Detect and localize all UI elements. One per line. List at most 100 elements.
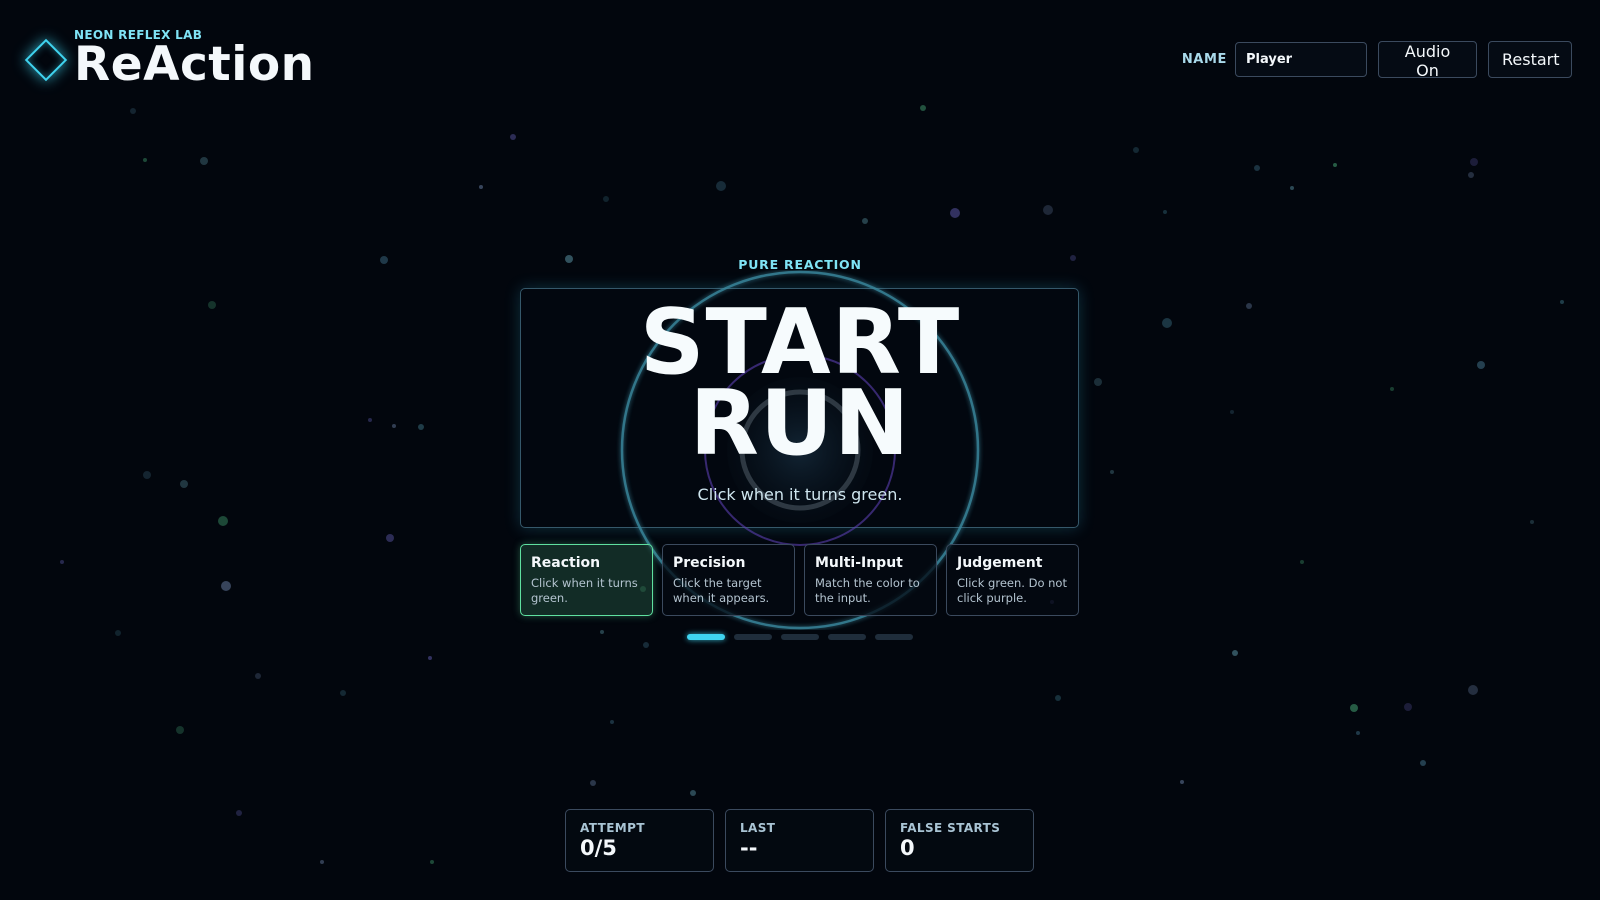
stat-value: 0/5: [580, 836, 617, 860]
star: [1470, 158, 1478, 166]
mode-desc: Click green. Do not click purple.: [957, 576, 1067, 605]
star: [1246, 303, 1252, 309]
star: [1043, 205, 1053, 215]
star: [386, 534, 394, 542]
star: [643, 642, 649, 648]
star: [1254, 165, 1260, 171]
run-line: RUN: [689, 371, 911, 476]
star: [1477, 361, 1485, 369]
name-label: NAME: [1181, 52, 1227, 67]
star: [236, 810, 242, 816]
star: [610, 720, 614, 724]
star: [1094, 378, 1102, 386]
mode-name: Reaction: [531, 555, 601, 571]
star: [1180, 780, 1184, 784]
stat-last: LAST --: [725, 809, 874, 872]
star: [320, 860, 324, 864]
star: [1420, 760, 1426, 766]
star: [1468, 172, 1474, 178]
mode-name: Multi-Input: [815, 555, 903, 571]
mode-name: Precision: [673, 555, 746, 571]
star: [1290, 186, 1294, 190]
star: [1133, 147, 1139, 153]
star: [1468, 685, 1478, 695]
star: [920, 105, 926, 111]
star: [1530, 520, 1534, 524]
audio-toggle-button[interactable]: Audio On: [1378, 41, 1477, 80]
mode-card-judgement[interactable]: Judgement Click green. Do not click purp…: [946, 544, 1079, 616]
page-indicator: [687, 634, 913, 640]
star: [1300, 560, 1304, 564]
star: [143, 471, 151, 479]
star: [430, 860, 434, 864]
star: [392, 424, 396, 428]
star: [1333, 163, 1337, 167]
star: [600, 630, 604, 634]
star: [428, 656, 432, 660]
star: [60, 560, 64, 564]
stat-attempt: ATTEMPT 0/5: [565, 809, 714, 872]
stats-bar: ATTEMPT 0/5 LAST -- FALSE STARTS 0: [565, 809, 1034, 872]
star: [862, 218, 868, 224]
mode-desc: Click when it turns green.: [531, 576, 638, 605]
app-title: ReAction: [74, 37, 315, 92]
star: [368, 418, 372, 422]
star: [510, 134, 516, 140]
star: [180, 480, 188, 488]
stat-label: FALSE STARTS: [900, 821, 1001, 835]
stat-value: --: [740, 836, 758, 860]
stat-label: LAST: [740, 821, 776, 835]
star: [130, 108, 136, 114]
star: [716, 181, 726, 191]
star: [1232, 650, 1238, 656]
star: [1110, 470, 1114, 474]
stat-label: ATTEMPT: [580, 821, 645, 835]
mode-desc: Match the color to the input.: [815, 576, 920, 605]
star: [1163, 210, 1167, 214]
mode-card-reaction[interactable]: Reaction Click when it turns green.: [520, 544, 653, 616]
page-dot[interactable]: [875, 634, 913, 640]
star: [1055, 695, 1061, 701]
diamond-icon: [22, 36, 70, 84]
header-controls: NAME Audio On Restart: [1181, 41, 1572, 80]
star: [1560, 300, 1564, 304]
star: [115, 630, 121, 636]
star: [603, 196, 609, 202]
mode-card-multi-input[interactable]: Multi-Input Match the color to the input…: [804, 544, 937, 616]
star: [1350, 704, 1358, 712]
mode-selector: Reaction Click when it turns green. Prec…: [520, 544, 1080, 616]
star: [208, 301, 216, 309]
star: [1404, 703, 1412, 711]
star: [380, 256, 388, 264]
stat-value: 0: [900, 836, 915, 860]
star: [340, 690, 346, 696]
star: [221, 581, 231, 591]
star: [1162, 318, 1172, 328]
star: [1390, 387, 1394, 391]
star: [1356, 731, 1360, 735]
page-dot[interactable]: [828, 634, 866, 640]
page-dot[interactable]: [781, 634, 819, 640]
star: [255, 673, 261, 679]
star: [479, 185, 483, 189]
mode-name: Judgement: [957, 555, 1043, 571]
star: [690, 790, 696, 796]
brand: NEON REFLEX LAB ReAction: [22, 28, 315, 90]
star: [950, 208, 960, 218]
star: [1230, 410, 1234, 414]
star: [176, 726, 184, 734]
instruction-text: Click when it turns green.: [697, 485, 903, 504]
page-dot[interactable]: [734, 634, 772, 640]
name-input[interactable]: [1235, 42, 1367, 77]
page-dot[interactable]: [687, 634, 725, 640]
star: [590, 780, 596, 786]
restart-button[interactable]: Restart: [1488, 41, 1572, 78]
start-run-label[interactable]: START RUN: [520, 298, 1080, 476]
star: [218, 516, 228, 526]
star: [418, 424, 424, 430]
mode-kicker: PURE REACTION: [738, 257, 862, 272]
star: [200, 157, 208, 165]
stat-false-starts: FALSE STARTS 0: [885, 809, 1034, 872]
star: [143, 158, 147, 162]
mode-card-precision[interactable]: Precision Click the target when it appea…: [662, 544, 795, 616]
